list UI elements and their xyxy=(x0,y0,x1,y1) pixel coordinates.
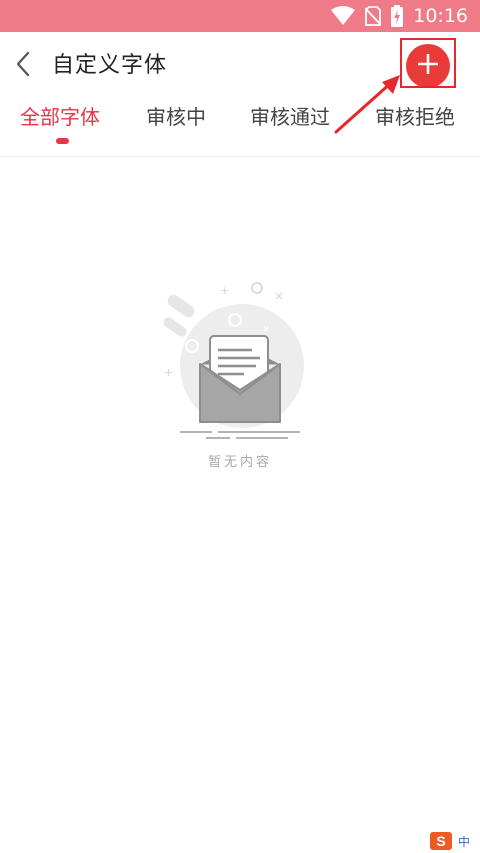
sogou-ime-icon: S xyxy=(430,832,452,850)
svg-text:+: + xyxy=(164,366,173,379)
tab-approved[interactable]: 审核通过 xyxy=(250,104,330,130)
status-bar: 10:16 xyxy=(0,0,480,32)
back-button[interactable] xyxy=(12,51,34,81)
empty-inbox-envelope-icon: + × × + xyxy=(163,282,304,439)
wifi-icon xyxy=(331,6,356,26)
svg-text:×: × xyxy=(274,289,284,303)
chevron-left-icon xyxy=(16,51,30,81)
battery-charging-icon xyxy=(391,5,404,27)
tab-rejected[interactable]: 审核拒绝 xyxy=(375,104,455,130)
ime-indicator[interactable]: S 中 xyxy=(430,832,470,850)
tab-under-review[interactable]: 审核中 xyxy=(146,104,206,130)
no-sim-icon xyxy=(365,6,382,26)
empty-state-text: 暂无内容 xyxy=(207,455,272,470)
page-title: 自定义字体 xyxy=(52,53,168,78)
clock: 10:16 xyxy=(413,5,468,27)
tab-bar: 全部字体 审核中 审核通过 审核拒绝 xyxy=(0,100,480,157)
svg-text:×: × xyxy=(262,324,270,335)
svg-text:+: + xyxy=(220,284,229,297)
active-tab-indicator xyxy=(56,138,69,144)
ime-mode-label: 中 xyxy=(458,834,471,849)
tab-all-fonts[interactable]: 全部字体 xyxy=(20,104,100,130)
